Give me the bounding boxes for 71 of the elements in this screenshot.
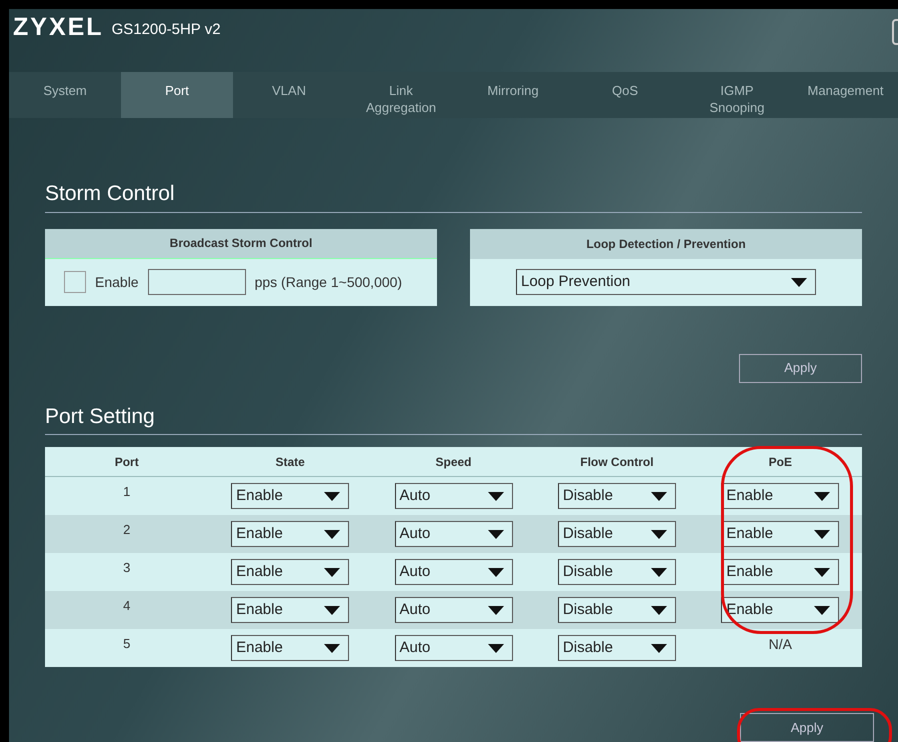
caret-icon xyxy=(488,606,504,614)
dropdown[interactable]: Enable xyxy=(231,521,350,547)
column-header: Flow Control xyxy=(579,454,655,470)
nav-tab[interactable]: Port xyxy=(121,72,233,118)
caret-icon xyxy=(814,568,830,576)
caret-icon xyxy=(324,492,340,500)
model-name: GS1200-5HP v2 xyxy=(112,20,221,40)
dropdown[interactable]: Loop Prevention xyxy=(516,269,816,295)
dropdown[interactable]: Enable xyxy=(721,521,840,547)
dropdown[interactable]: Disable xyxy=(558,521,676,547)
column-header: State xyxy=(274,454,306,470)
nav-tab[interactable]: VLAN xyxy=(233,72,345,118)
dropdown[interactable]: Auto xyxy=(394,559,513,585)
apply-button[interactable]: Apply xyxy=(740,713,874,742)
port-number: 3 xyxy=(123,559,130,577)
range-label: pps (Range 1~500,000) xyxy=(254,272,402,292)
port-number: 2 xyxy=(123,521,130,539)
apply-button[interactable]: Apply xyxy=(739,354,862,382)
panel-heading: Loop Detection / Prevention xyxy=(470,228,862,258)
dropdown[interactable]: Disable xyxy=(558,597,676,623)
column-header: Port xyxy=(114,454,140,470)
dropdown[interactable]: Disable xyxy=(558,635,676,661)
caret-icon xyxy=(650,606,667,614)
dropdown[interactable]: Disable xyxy=(558,483,676,509)
dropdown[interactable]: Enable xyxy=(231,635,350,661)
caret-icon xyxy=(650,530,667,538)
panel-heading: Broadcast Storm Control xyxy=(45,228,437,258)
port-number: 5 xyxy=(123,635,130,653)
dropdown[interactable]: Enable xyxy=(231,597,350,623)
caret-icon xyxy=(324,530,340,538)
dropdown[interactable]: Auto xyxy=(394,635,513,661)
caret-icon xyxy=(814,606,830,614)
caret-icon xyxy=(650,568,667,576)
section-title: Port Setting xyxy=(45,400,862,435)
caret-icon xyxy=(791,278,807,286)
poe-value: N/A xyxy=(768,634,792,654)
column-header: PoE xyxy=(768,454,793,470)
nav-tab[interactable]: System xyxy=(9,72,121,118)
enable-label: Enable xyxy=(95,272,139,292)
nav-tab[interactable]: IGMP Snooping xyxy=(681,72,793,118)
dropdown[interactable]: Auto xyxy=(394,597,513,623)
dropdown[interactable]: Auto xyxy=(394,483,513,509)
caret-icon xyxy=(488,644,504,652)
nav-tab[interactable]: Mirroring xyxy=(457,72,569,118)
dropdown[interactable]: Enable xyxy=(721,597,840,623)
dropdown[interactable]: Disable xyxy=(558,559,676,585)
dropdown[interactable]: Enable xyxy=(231,559,350,585)
caret-icon xyxy=(488,530,504,538)
caret-icon xyxy=(488,492,504,500)
caret-icon xyxy=(650,492,667,500)
section-title: Storm Control xyxy=(45,178,862,212)
dropdown[interactable]: Enable xyxy=(721,559,840,585)
caret-icon xyxy=(324,568,340,576)
caret-icon xyxy=(324,606,340,614)
checkbox[interactable] xyxy=(64,271,86,293)
caret-icon xyxy=(488,568,504,576)
dropdown[interactable]: Enable xyxy=(721,483,840,509)
port-number: 4 xyxy=(123,597,130,615)
port-number: 1 xyxy=(123,483,130,501)
dropdown[interactable]: Enable xyxy=(231,483,350,509)
caret-icon xyxy=(324,644,340,652)
caret-icon xyxy=(814,530,830,538)
nav-tab[interactable]: Management xyxy=(793,72,898,118)
logo: ZYXEL xyxy=(13,12,104,44)
nav-tab[interactable]: Link Aggregation xyxy=(345,72,457,118)
caret-icon xyxy=(650,644,667,652)
pps-input-field[interactable] xyxy=(148,269,246,295)
nav-tab[interactable]: QoS xyxy=(569,72,681,118)
dropdown[interactable]: Auto xyxy=(394,521,513,547)
caret-icon xyxy=(814,492,830,500)
column-header: Speed xyxy=(434,454,473,470)
